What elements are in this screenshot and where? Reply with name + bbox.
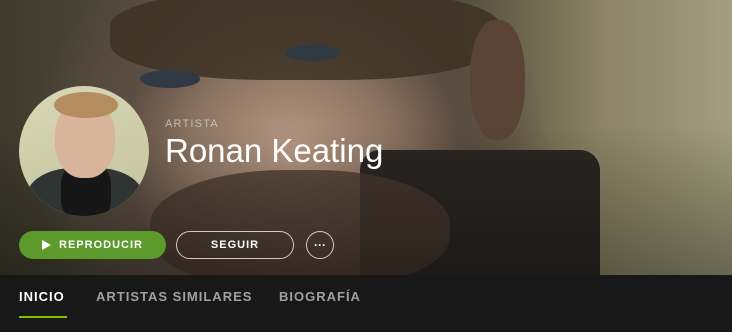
follow-button[interactable]: SEGUIR xyxy=(176,231,294,259)
header-background-image-neck xyxy=(360,150,600,275)
header-background-image xyxy=(110,0,500,80)
avatar-hair xyxy=(54,92,118,118)
header-background-image-ear xyxy=(470,20,525,140)
header-background-image-eye xyxy=(285,45,340,61)
play-button[interactable]: REPRODUCIR xyxy=(19,231,166,259)
play-icon xyxy=(42,240,52,250)
artist-header: ARTISTA Ronan Keating REPRODUCIR SEGUIR … xyxy=(0,0,732,275)
more-icon: ··· xyxy=(314,238,326,252)
tab-biografia[interactable]: BIOGRAFÍA xyxy=(279,289,361,304)
header-background-image-beard xyxy=(150,170,450,275)
artist-avatar xyxy=(19,86,149,216)
artist-tab-bar: INICIO ARTISTAS SIMILARES BIOGRAFÍA xyxy=(0,275,732,332)
play-button-label: REPRODUCIR xyxy=(59,239,143,251)
tab-artistas-similares[interactable]: ARTISTAS SIMILARES xyxy=(96,289,252,304)
more-options-button[interactable]: ··· xyxy=(306,231,334,259)
artist-meta: ARTISTA Ronan Keating xyxy=(165,118,383,170)
follow-button-label: SEGUIR xyxy=(210,239,260,251)
artist-type-label: ARTISTA xyxy=(165,118,219,130)
tab-inicio[interactable]: INICIO xyxy=(19,289,65,304)
active-tab-indicator xyxy=(19,316,67,318)
artist-name: Ronan Keating xyxy=(165,132,384,169)
header-background-image-eye xyxy=(140,70,200,88)
